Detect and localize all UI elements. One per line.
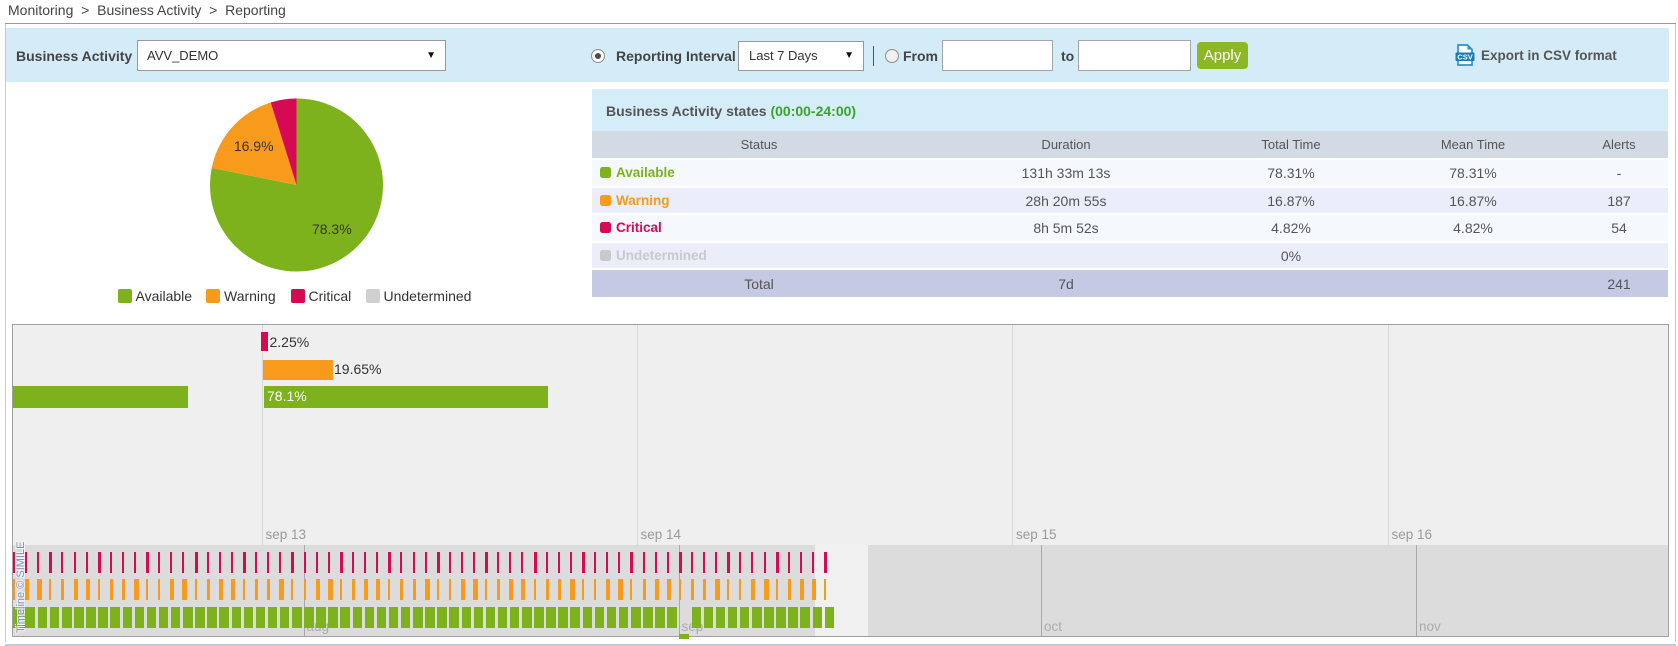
- svg-text:CSV: CSV: [1457, 52, 1472, 61]
